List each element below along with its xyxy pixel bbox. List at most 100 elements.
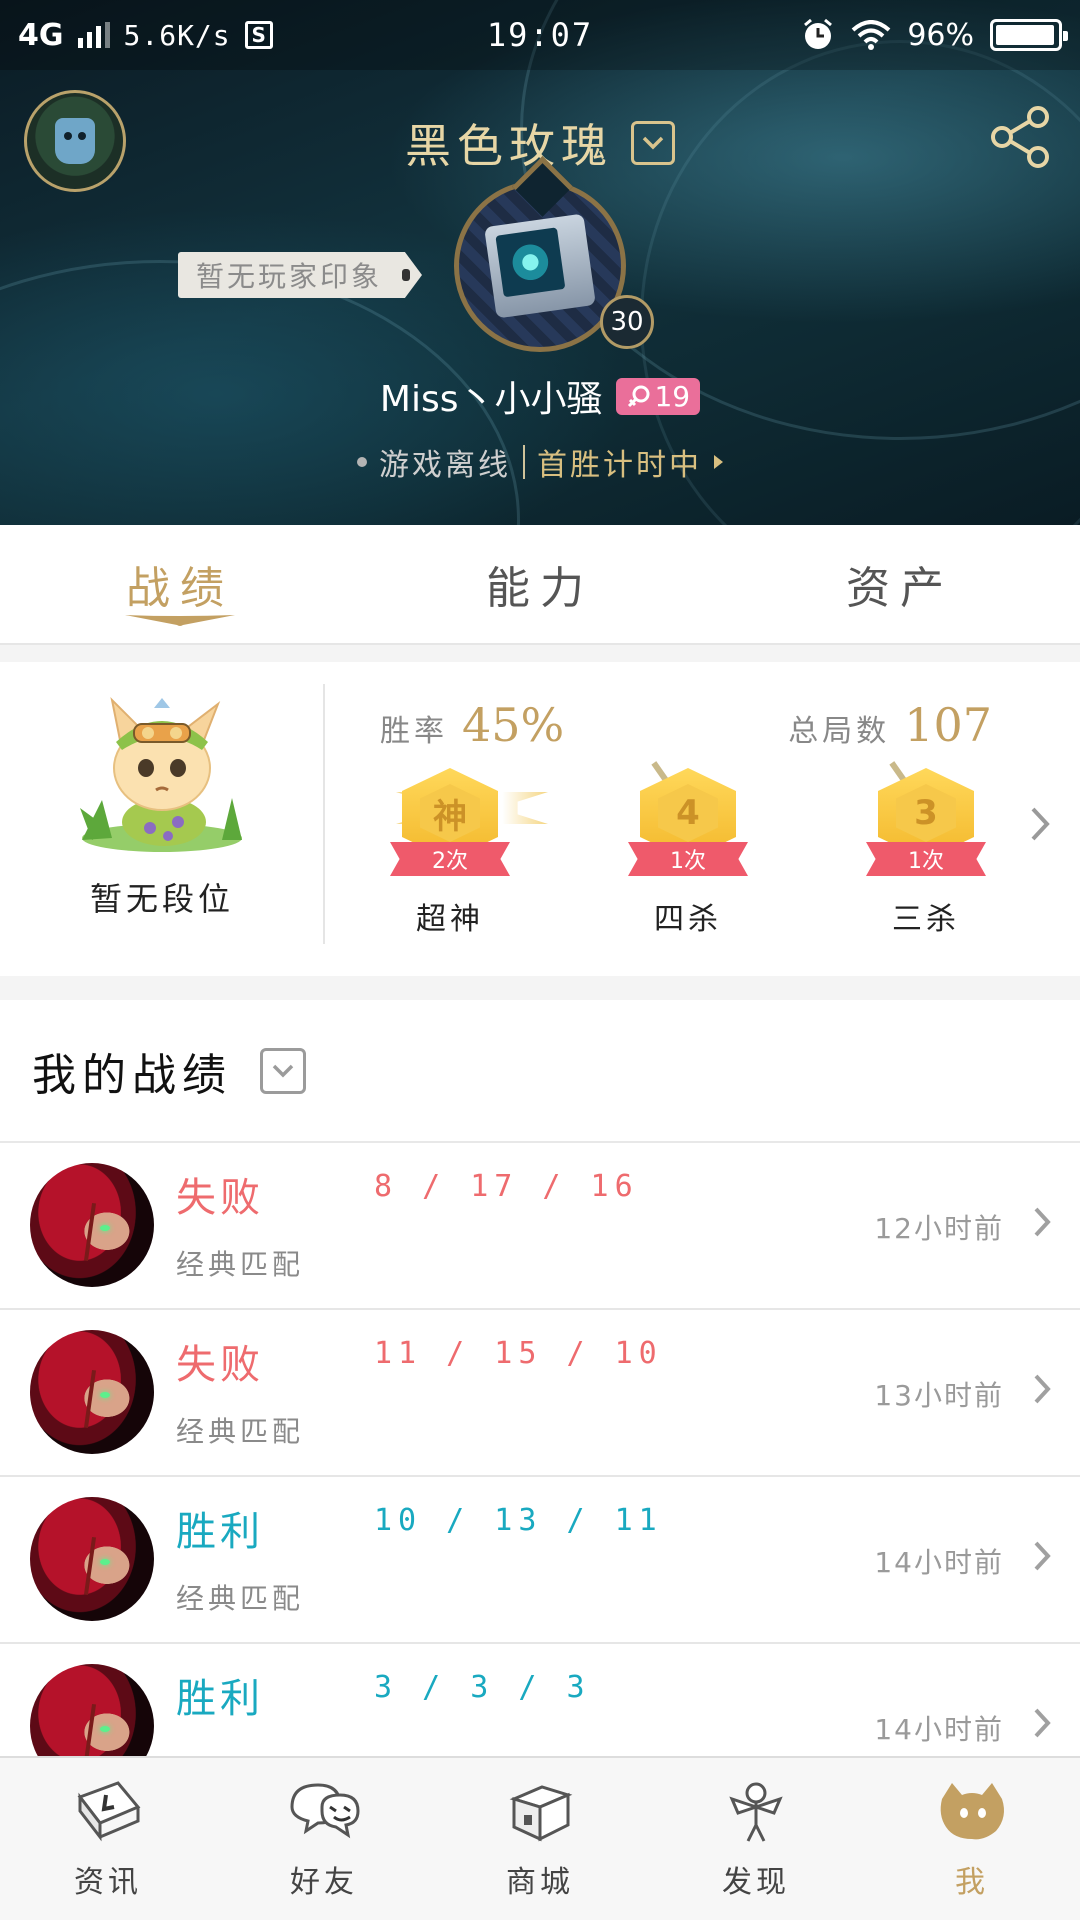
server-dropdown-button[interactable] xyxy=(631,121,675,165)
match-result: 失败 xyxy=(176,1342,264,1388)
wifi-icon xyxy=(851,20,891,50)
match-row[interactable]: 失败 11 / 15 / 10 经典匹配 13小时前 xyxy=(0,1310,1080,1477)
match-time: 12小时前 xyxy=(874,1212,1004,1245)
chevron-right-icon xyxy=(714,455,723,469)
divider xyxy=(523,445,525,479)
tab-label: 资产 xyxy=(846,563,954,614)
player-impression-tag[interactable]: 暂无玩家印象 xyxy=(178,252,422,298)
stats-panel[interactable]: 暂无段位 胜率 45% 总局数 107 神 2次 超神 4 1次 四杀 3 1次… xyxy=(0,662,1080,976)
medal-quadra-kill[interactable]: 4 1次 四杀 xyxy=(618,760,758,960)
winrate-label: 胜率 xyxy=(380,714,448,749)
chevron-right-icon xyxy=(1034,1374,1051,1404)
bottom-nav: 资讯 好友 商城 发现 我 xyxy=(0,1756,1080,1920)
profile-tabs: 战绩 能力 资产 xyxy=(0,525,1080,645)
share-icon[interactable] xyxy=(988,104,1054,170)
server-title[interactable]: 黑色玫瑰 xyxy=(405,110,613,176)
divider xyxy=(323,684,325,944)
match-history: 我的战绩 失败 8 / 17 / 16 经典匹配 12小时前 失败 11 / 1… xyxy=(0,1000,1080,1756)
tab-indicator xyxy=(125,615,235,626)
total-games-value: 107 xyxy=(904,698,992,752)
nav-label: 好友 xyxy=(290,1865,358,1900)
medal-count: 1次 xyxy=(866,842,986,876)
profile-header: 4G 5.6K/s S 19:07 96% 黑色玫瑰 暂无玩家印象 30 Mis… xyxy=(0,0,1080,525)
chevron-right-icon[interactable] xyxy=(1028,804,1052,844)
match-mode: 经典匹配 xyxy=(176,1582,305,1615)
match-row[interactable]: 胜利 3 / 3 / 3 14小时前 xyxy=(0,1644,1080,1756)
level-badge: 30 xyxy=(600,295,654,349)
nav-label: 商城 xyxy=(506,1865,574,1900)
champion-avatar xyxy=(30,1497,154,1621)
match-result: 胜利 xyxy=(176,1676,264,1722)
tab-label: 能力 xyxy=(486,563,594,614)
nav-friends[interactable]: 好友 xyxy=(216,1758,432,1920)
female-icon xyxy=(628,385,650,408)
match-time: 13小时前 xyxy=(874,1379,1004,1412)
nav-news[interactable]: 资讯 xyxy=(0,1758,216,1920)
medal-legendary[interactable]: 神 2次 超神 xyxy=(380,760,548,960)
rank-label: 暂无段位 xyxy=(89,880,234,918)
medal-count: 1次 xyxy=(628,842,748,876)
match-result: 失败 xyxy=(176,1175,264,1221)
total-games-label: 总局数 xyxy=(788,714,891,749)
match-kda: 8 / 17 / 16 xyxy=(374,1169,639,1204)
unranked-teemo-icon xyxy=(80,696,242,852)
chevron-right-icon xyxy=(1034,1708,1051,1738)
match-history-header: 我的战绩 xyxy=(0,1000,1080,1143)
chevron-right-icon xyxy=(1034,1207,1051,1237)
status-bar: 4G 5.6K/s S 19:07 96% xyxy=(0,0,1080,70)
winrate: 胜率 45% xyxy=(380,698,564,752)
battery-percent: 96% xyxy=(907,17,974,53)
network-speed: 5.6K/s xyxy=(123,18,231,52)
tab-label: 战绩 xyxy=(126,563,234,614)
nav-label: 资讯 xyxy=(74,1865,142,1900)
match-time: 14小时前 xyxy=(874,1713,1004,1746)
champion-avatar xyxy=(30,1330,154,1454)
nav-discover[interactable]: 发现 xyxy=(648,1758,864,1920)
nav-shop[interactable]: 商城 xyxy=(432,1758,648,1920)
match-filter-dropdown[interactable] xyxy=(260,1047,306,1094)
medal-list: 神 2次 超神 4 1次 四杀 3 1次 三杀 xyxy=(350,760,990,960)
news-icon xyxy=(77,1781,141,1842)
impression-text: 暂无玩家印象 xyxy=(196,260,383,293)
match-result: 胜利 xyxy=(176,1509,264,1555)
battery-icon xyxy=(990,19,1068,51)
tab-ability[interactable]: 能力 xyxy=(360,525,720,643)
chevron-down-icon xyxy=(272,1064,294,1077)
champion-avatar xyxy=(30,1163,154,1287)
tab-records[interactable]: 战绩 xyxy=(0,525,360,643)
nav-label: 发现 xyxy=(722,1865,790,1900)
nav-me[interactable]: 我 xyxy=(864,1758,1080,1920)
player-name: Miss丶小小骚 xyxy=(379,379,603,420)
medal-name: 四杀 xyxy=(654,902,722,937)
champion-avatar xyxy=(30,1664,154,1756)
chevron-down-icon xyxy=(642,136,664,150)
discover-icon xyxy=(729,1782,783,1842)
rank-badge-value: 19 xyxy=(654,379,691,413)
match-row[interactable]: 胜利 10 / 13 / 11 经典匹配 14小时前 xyxy=(0,1477,1080,1644)
friends-icon xyxy=(290,1783,360,1839)
match-kda: 11 / 15 / 10 xyxy=(374,1336,663,1371)
match-kda: 3 / 3 / 3 xyxy=(374,1670,591,1705)
online-status: 游戏离线 xyxy=(379,448,511,483)
chevron-right-icon xyxy=(1034,1541,1051,1571)
total-games: 总局数 107 xyxy=(788,698,992,752)
alarm-icon xyxy=(804,18,833,49)
rank-badge: 19 xyxy=(616,377,701,415)
medal-count: 2次 xyxy=(390,842,510,876)
match-time: 14小时前 xyxy=(874,1546,1004,1579)
app-notification-icon: S xyxy=(244,21,273,49)
first-win-timer[interactable]: 首胜计时中 xyxy=(537,440,702,484)
rank-section[interactable]: 暂无段位 xyxy=(0,662,324,976)
winrate-value: 45% xyxy=(462,698,565,752)
network-type: 4G xyxy=(18,17,64,53)
tab-assets[interactable]: 资产 xyxy=(720,525,1080,643)
medal-triple-kill[interactable]: 3 1次 三杀 xyxy=(856,760,996,960)
medal-name: 超神 xyxy=(416,902,484,937)
match-row[interactable]: 失败 8 / 17 / 16 经典匹配 12小时前 xyxy=(0,1143,1080,1310)
match-history-title: 我的战绩 xyxy=(32,1049,232,1101)
nav-label: 我 xyxy=(955,1865,989,1900)
match-kda: 10 / 13 / 11 xyxy=(374,1503,663,1538)
medal-name: 三杀 xyxy=(892,902,960,937)
signal-icon xyxy=(77,22,110,48)
match-mode: 经典匹配 xyxy=(176,1248,305,1281)
